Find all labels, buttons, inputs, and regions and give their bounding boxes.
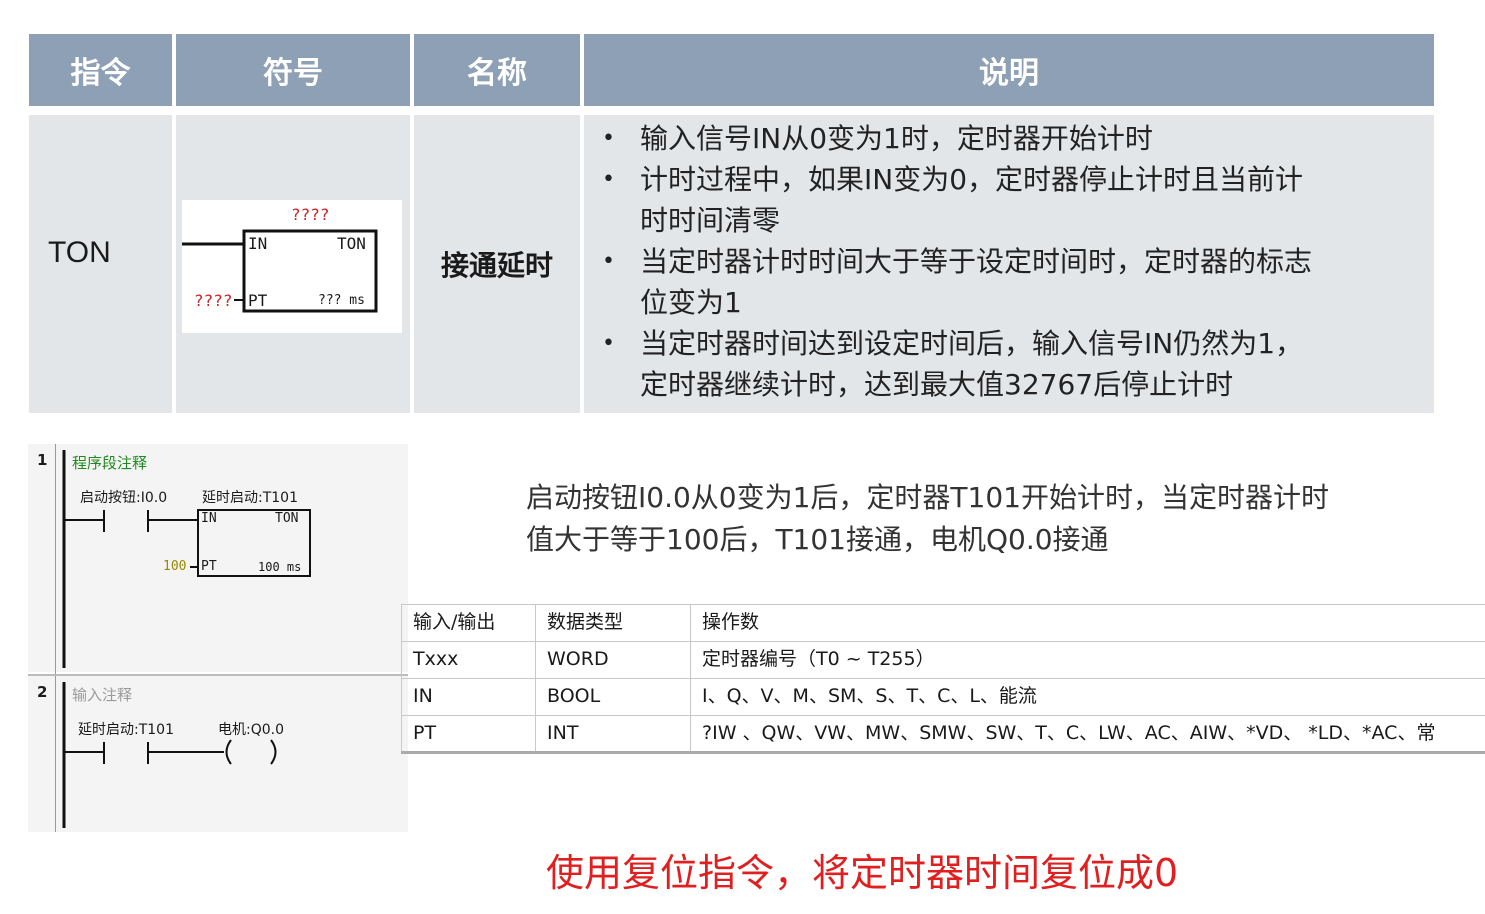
timer-pt-label: PT bbox=[201, 559, 217, 574]
table-header-row: 输入/输出 数据类型 操作数 bbox=[401, 604, 1485, 642]
description-line: 定时器继续计时，达到最大值32767后停止计时 bbox=[640, 368, 1234, 401]
timer-in-label: IN bbox=[201, 511, 217, 526]
description-line: 当定时器时间达到设定时间后，输入信号IN仍然为1， bbox=[640, 327, 1304, 360]
table-cell: BOOL bbox=[547, 685, 601, 707]
table-header-cell: 数据类型 bbox=[547, 611, 624, 633]
description-item: 当定时器计时时间大于等于设定时间时，定时器的标志位变为1 bbox=[600, 241, 1430, 323]
table-cell: INT bbox=[547, 722, 579, 744]
description-line: 当定时器计时时间大于等于设定时间时，定时器的标志 bbox=[640, 245, 1313, 278]
coil-label-motor: 电机:Q0.0 bbox=[218, 722, 285, 738]
header-name-label: 名称 bbox=[467, 56, 527, 91]
header-description: 说明 bbox=[584, 34, 1434, 106]
table-row: Txxx WORD 定时器编号（T0 ~ T255） bbox=[401, 641, 1485, 679]
ton-symbol: ???? IN TON ???? PT ??? ms bbox=[182, 200, 402, 333]
contact-label-start: 启动按钮:I0.0 bbox=[80, 490, 168, 506]
table-header-cell: 输入/输出 bbox=[413, 611, 496, 633]
description-item: 计时过程中，如果IN变为0，定时器停止计时且当前计时时间清零 bbox=[600, 159, 1430, 241]
table-cell: 定时器编号（T0 ~ T255） bbox=[702, 648, 935, 670]
symbol-top-param: ???? bbox=[291, 205, 330, 224]
header-symbol: 符号 bbox=[176, 34, 410, 106]
timer-label: 延时启动:T101 bbox=[202, 490, 298, 506]
header-symbol-label: 符号 bbox=[263, 56, 323, 91]
table-cell: PT bbox=[413, 722, 437, 744]
network-number-2: 2 bbox=[37, 683, 48, 701]
timer-time-base: 100 ms bbox=[258, 560, 302, 574]
header-instruction: 指令 bbox=[29, 34, 172, 106]
symbol-time-base: ??? ms bbox=[318, 293, 365, 308]
explanation-line: 值大于等于100后，T101接通，电机Q0.0接通 bbox=[526, 523, 1109, 556]
description-line: 输入信号IN从0变为1时，定时器开始计时 bbox=[640, 122, 1153, 155]
description-line: 位变为1 bbox=[640, 286, 742, 319]
datatype-table: 输入/输出 数据类型 操作数 Txxx WORD 定时器编号（T0 ~ T255… bbox=[401, 604, 1485, 754]
symbol-pt-param: ???? bbox=[194, 291, 233, 310]
instruction-ton: TON bbox=[48, 236, 111, 269]
explanation-line: 启动按钮I0.0从0变为1后，定时器T101开始计时，当定时器计时 bbox=[526, 481, 1329, 514]
table-cell: I、Q、V、M、SM、S、T、C、L、能流 bbox=[702, 685, 1037, 707]
description-list: 输入信号IN从0变为1时，定时器开始计时 计时过程中，如果IN变为0，定时器停止… bbox=[600, 118, 1430, 405]
network-number-1: 1 bbox=[37, 451, 48, 469]
table-header-cell: 操作数 bbox=[702, 611, 760, 633]
instruction-name: 接通延时 bbox=[414, 115, 580, 413]
network-comment-2[interactable]: 输入注释 bbox=[72, 684, 132, 705]
table-row: IN BOOL I、Q、V、M、SM、S、T、C、L、能流 bbox=[401, 678, 1485, 716]
symbol-type-label: TON bbox=[337, 234, 366, 253]
table-cell: Txxx bbox=[413, 648, 459, 670]
header-instruction-label: 指令 bbox=[70, 56, 131, 91]
table-cell: WORD bbox=[547, 648, 609, 670]
network-comment-1[interactable]: 程序段注释 bbox=[72, 452, 147, 473]
symbol-pt-label: PT bbox=[248, 291, 268, 310]
example-explanation: 启动按钮I0.0从0变为1后，定时器T101开始计时，当定时器计时 值大于等于1… bbox=[526, 477, 1329, 561]
contact-label-timer: 延时启动:T101 bbox=[78, 722, 174, 738]
symbol-in-label: IN bbox=[248, 234, 268, 253]
table-cell: ?IW 、QW、VW、MW、SMW、SW、T、C、LW、AC、AIW、*VD、 … bbox=[702, 722, 1436, 744]
description-line: 时时间清零 bbox=[640, 204, 781, 237]
reset-note: 使用复位指令，将定时器时间复位成0 bbox=[546, 851, 1179, 895]
timer-type-label: TON bbox=[275, 511, 299, 526]
header-name: 名称 bbox=[414, 34, 580, 106]
table-row: PT INT ?IW 、QW、VW、MW、SMW、SW、T、C、LW、AC、AI… bbox=[401, 715, 1485, 752]
instruction-name-label: 接通延时 bbox=[440, 249, 553, 282]
description-line: 计时过程中，如果IN变为0，定时器停止计时且当前计 bbox=[640, 163, 1304, 196]
description-item: 输入信号IN从0变为1时，定时器开始计时 bbox=[600, 118, 1430, 159]
table-cell: IN bbox=[413, 685, 433, 707]
timer-pt-value: 100 bbox=[163, 559, 187, 574]
description-item: 当定时器时间达到设定时间后，输入信号IN仍然为1， 定时器继续计时，达到最大值32… bbox=[600, 323, 1430, 405]
header-description-label: 说明 bbox=[979, 56, 1039, 91]
